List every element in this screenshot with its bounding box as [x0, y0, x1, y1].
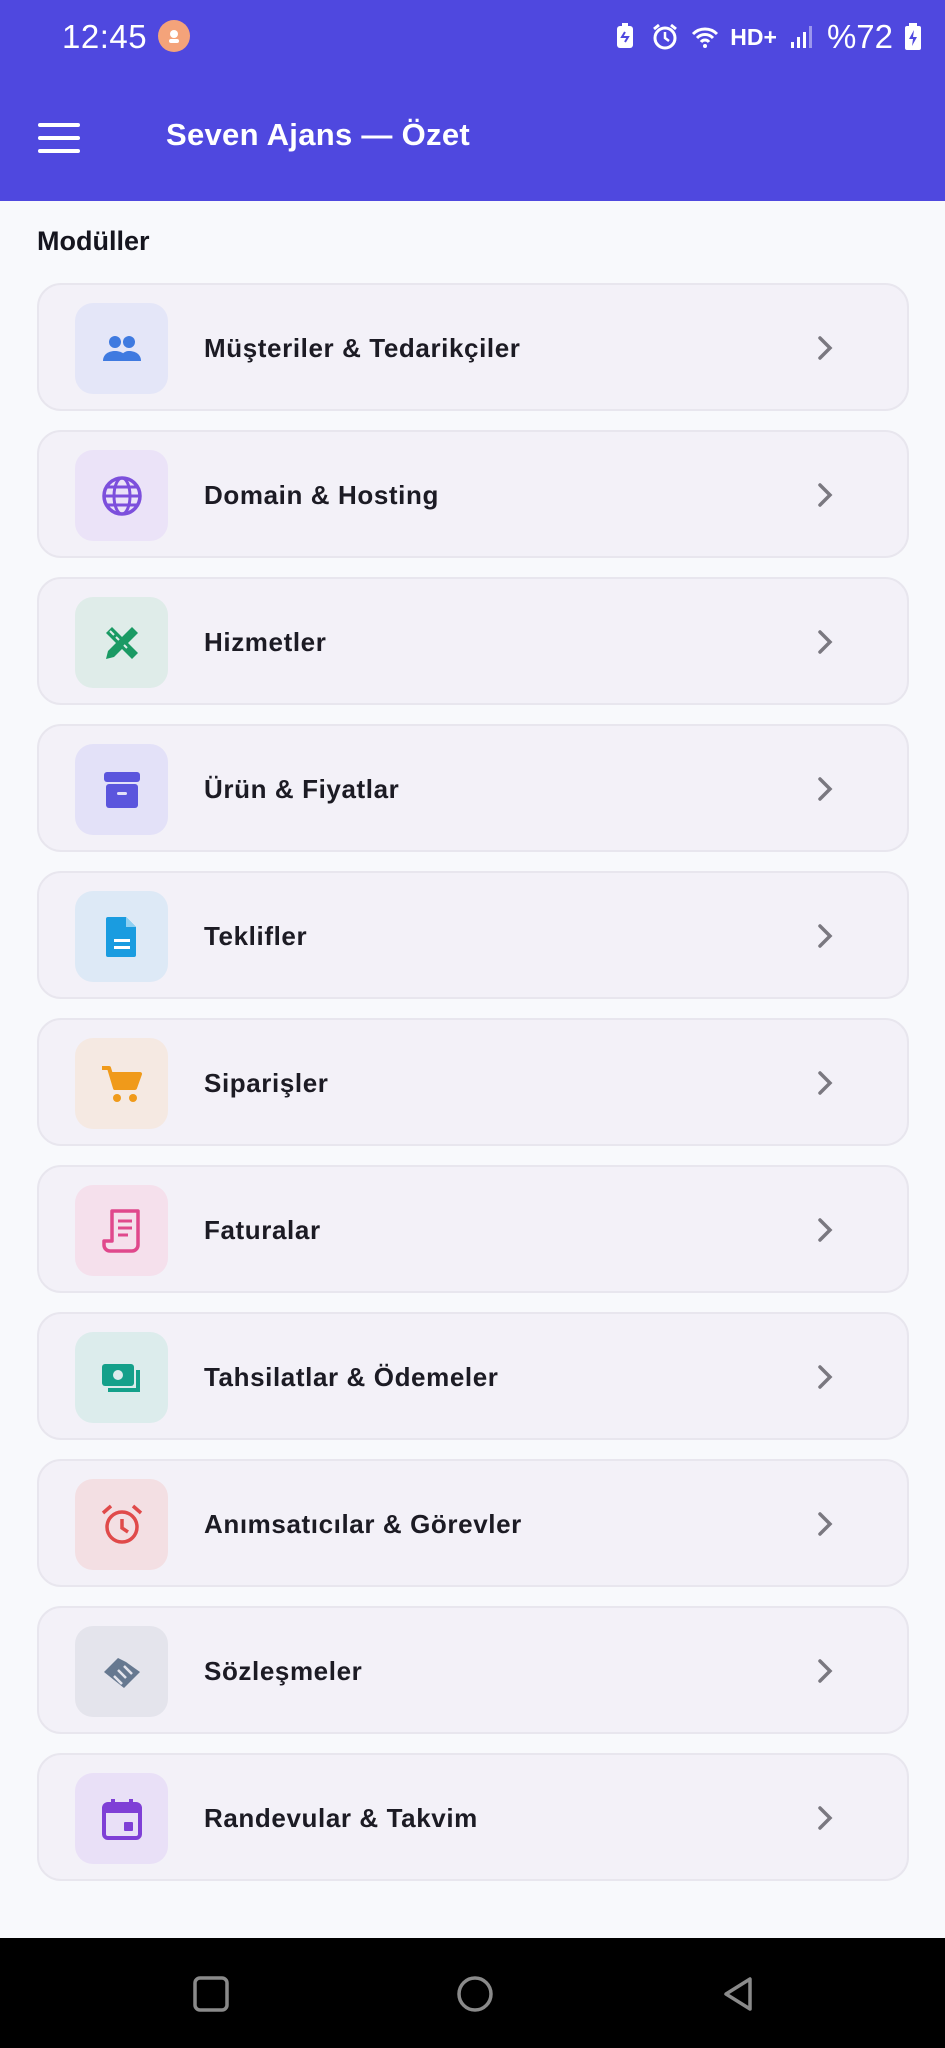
network-type: HD+ — [730, 23, 777, 50]
module-label: Hizmetler — [204, 627, 327, 657]
chevron-right-icon — [818, 630, 833, 654]
module-services[interactable]: Hizmetler — [37, 577, 909, 705]
module-icon-box — [75, 597, 168, 688]
module-label: Teklifler — [204, 921, 308, 951]
module-icon-box — [75, 1332, 168, 1423]
page-title: Seven Ajans — Özet — [166, 117, 471, 152]
home-circle-icon[interactable] — [454, 1973, 496, 2015]
globe-icon — [101, 475, 142, 516]
shopping-cart-icon — [101, 1065, 142, 1102]
calendar-icon — [101, 1798, 142, 1840]
module-label: Ürün & Fiyatlar — [204, 774, 400, 804]
screen: 12:45 HD+ %72 Seven Ajans — Özet Modülle… — [0, 0, 945, 2048]
design-tools-icon — [105, 626, 138, 659]
battery-saver-icon — [617, 23, 634, 48]
module-icon-box — [75, 1626, 168, 1717]
battery-level: %72 — [826, 18, 893, 55]
chevron-right-icon — [818, 1806, 833, 1830]
status-time: 12:45 — [62, 18, 148, 55]
module-icon-box — [75, 744, 168, 835]
module-reminders-tasks[interactable]: Anımsatıcılar & Görevler — [37, 1459, 909, 1587]
module-label: Anımsatıcılar & Görevler — [204, 1509, 522, 1539]
module-label: Tahsilatlar & Ödemeler — [204, 1362, 499, 1392]
module-icon-box — [75, 1773, 168, 1864]
module-domain-hosting[interactable]: Domain & Hosting — [37, 430, 909, 558]
module-label: Faturalar — [204, 1215, 321, 1245]
back-triangle-icon[interactable] — [718, 1973, 760, 2015]
system-navigation-bar — [0, 1938, 945, 2048]
chevron-right-icon — [818, 483, 833, 507]
module-icon-box — [75, 1479, 168, 1570]
status-indicators: HD+ %72 — [610, 18, 923, 56]
module-appointments-calendar[interactable]: Randevular & Takvim — [37, 1753, 909, 1881]
module-icon-box — [75, 1185, 168, 1276]
alarm-icon — [653, 23, 678, 50]
chevron-right-icon — [818, 1071, 833, 1095]
recents-square-icon[interactable] — [190, 1973, 232, 2015]
payments-icon — [101, 1363, 140, 1392]
module-invoices[interactable]: Faturalar — [37, 1165, 909, 1293]
people-icon — [102, 335, 141, 361]
status-bar: 12:45 HD+ %72 — [0, 0, 945, 75]
document-icon — [105, 916, 136, 957]
module-list: Müşteriler & Tedarikçiler Domain & Hosti… — [37, 283, 909, 1900]
module-customers-suppliers[interactable]: Müşteriler & Tedarikçiler — [37, 283, 909, 411]
module-icon-box — [75, 1038, 168, 1129]
module-orders[interactable]: Siparişler — [37, 1018, 909, 1146]
module-label: Domain & Hosting — [204, 480, 439, 510]
module-collections-payments[interactable]: Tahsilatlar & Ödemeler — [37, 1312, 909, 1440]
app-bar: Seven Ajans — Özet — [0, 75, 945, 201]
module-label: Siparişler — [204, 1068, 329, 1098]
handshake-icon — [103, 1657, 140, 1688]
alarm-clock-icon — [101, 1504, 142, 1544]
module-contracts[interactable]: Sözleşmeler — [37, 1606, 909, 1734]
chevron-right-icon — [818, 1218, 833, 1242]
module-icon-box — [75, 450, 168, 541]
module-label: Randevular & Takvim — [204, 1803, 478, 1833]
notification-avatar-icon — [158, 20, 190, 52]
chevron-right-icon — [818, 336, 833, 360]
chevron-right-icon — [818, 1659, 833, 1683]
chevron-right-icon — [818, 1365, 833, 1389]
signal-icon — [790, 26, 812, 48]
chevron-right-icon — [818, 1512, 833, 1536]
chevron-right-icon — [818, 777, 833, 801]
module-products-prices[interactable]: Ürün & Fiyatlar — [37, 724, 909, 852]
section-title: Modüller — [37, 226, 150, 256]
archive-box-icon — [103, 771, 140, 808]
module-quotes[interactable]: Teklifler — [37, 871, 909, 999]
module-icon-box — [75, 891, 168, 982]
module-label: Sözleşmeler — [204, 1656, 363, 1686]
battery-charging-icon — [905, 23, 921, 50]
module-icon-box — [75, 303, 168, 394]
wifi-icon — [692, 27, 719, 48]
module-label: Müşteriler & Tedarikçiler — [204, 333, 521, 363]
receipt-icon — [101, 1208, 140, 1253]
hamburger-menu-icon[interactable] — [38, 113, 88, 163]
chevron-right-icon — [818, 924, 833, 948]
